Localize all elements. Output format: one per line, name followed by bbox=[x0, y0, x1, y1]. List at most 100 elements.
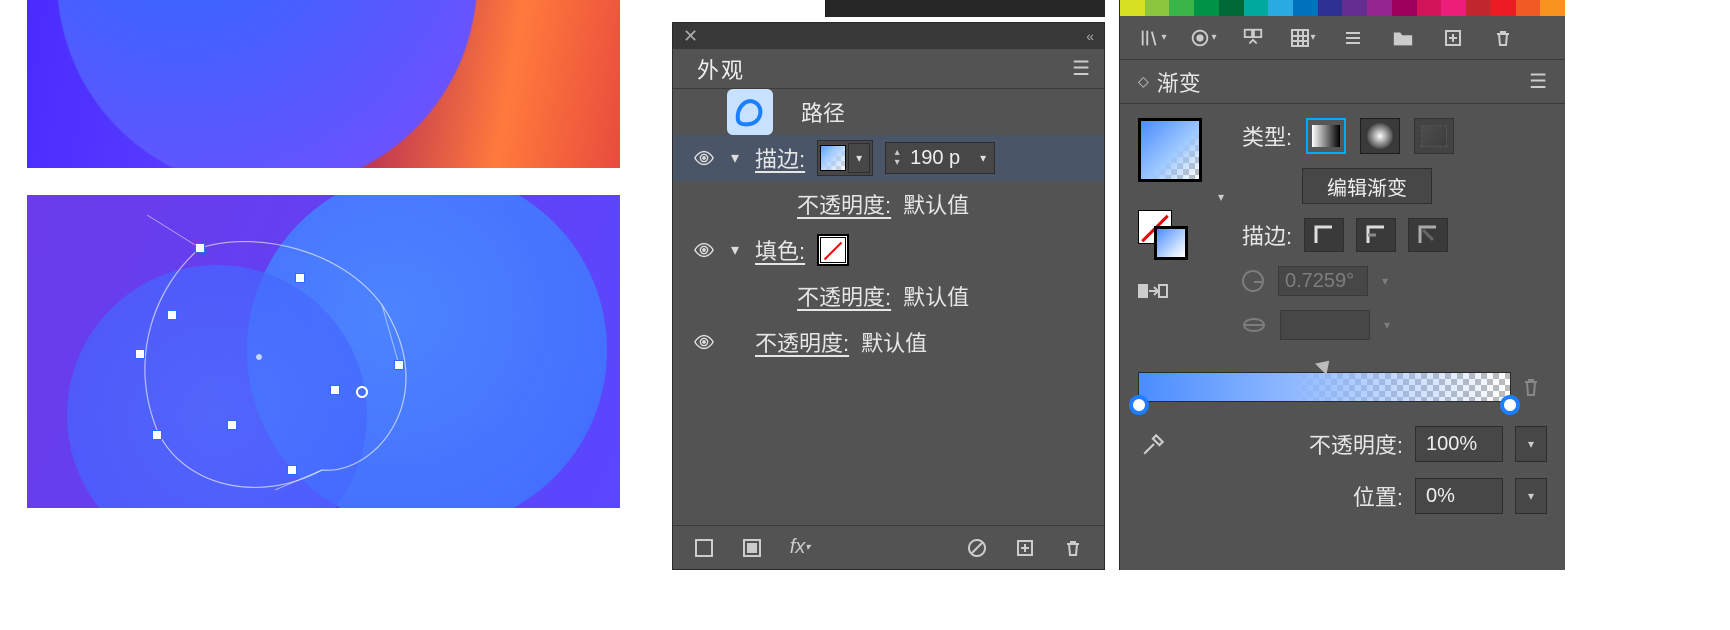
stroke-row[interactable]: ▾ 描边: ▾ ▴▾ ▾ bbox=[673, 135, 1104, 181]
swatch[interactable] bbox=[1219, 0, 1244, 16]
panel-menu-icon[interactable]: ☰ bbox=[1529, 69, 1547, 94]
swatch[interactable] bbox=[1194, 0, 1219, 16]
anchor-point[interactable] bbox=[330, 385, 340, 395]
anchor-point[interactable] bbox=[394, 360, 404, 370]
anchor-point[interactable] bbox=[167, 310, 177, 320]
expand-caret[interactable]: ▾ bbox=[727, 148, 743, 168]
stroke-width-stepper[interactable]: ▴▾ ▾ bbox=[885, 142, 995, 174]
fill-gradient-swatch[interactable] bbox=[1138, 118, 1202, 182]
visibility-toggle[interactable] bbox=[693, 147, 715, 169]
fx-icon[interactable]: fx▾ bbox=[785, 533, 815, 563]
swatch[interactable] bbox=[1417, 0, 1442, 16]
angle-row: 0.7259° ▾ bbox=[1242, 266, 1547, 296]
show-swatch-kinds-icon[interactable]: ▾ bbox=[1188, 23, 1218, 53]
anchor-point[interactable] bbox=[195, 243, 205, 253]
path-header-row[interactable]: 路径 bbox=[673, 89, 1104, 135]
close-icon[interactable]: ✕ bbox=[683, 26, 698, 47]
gradient-stop-right[interactable] bbox=[1500, 395, 1520, 415]
anchor-point[interactable] bbox=[152, 430, 162, 440]
fill-row[interactable]: ▾ 填色: bbox=[673, 227, 1104, 273]
swatch[interactable] bbox=[1169, 0, 1194, 16]
swatch-options-icon[interactable] bbox=[1238, 23, 1268, 53]
swatch[interactable] bbox=[1244, 0, 1269, 16]
opacity-label[interactable]: 不透明度: bbox=[755, 326, 849, 358]
collapse-icon[interactable]: « bbox=[1086, 28, 1094, 44]
swatch[interactable] bbox=[1441, 0, 1466, 16]
stroke-proxy-gradient[interactable] bbox=[1154, 226, 1188, 260]
fill-label[interactable]: 填色: bbox=[755, 234, 805, 266]
anchor-point[interactable] bbox=[227, 420, 237, 430]
delete-swatch-icon[interactable] bbox=[1488, 23, 1518, 53]
stroke-opacity-row[interactable]: 不透明度: 默认值 bbox=[673, 181, 1104, 227]
swatch[interactable] bbox=[1516, 0, 1541, 16]
swatches-strip[interactable] bbox=[1120, 0, 1565, 16]
stroke-width-input[interactable] bbox=[908, 147, 972, 170]
panel-titlebar[interactable]: ✕ « bbox=[673, 23, 1104, 49]
opacity-label[interactable]: 不透明度: bbox=[797, 280, 891, 312]
radial-gradient-button[interactable] bbox=[1360, 118, 1400, 154]
linear-gradient-button[interactable] bbox=[1306, 118, 1346, 154]
delete-stop-icon[interactable] bbox=[1521, 376, 1547, 398]
opacity-label[interactable]: 不透明度: bbox=[797, 188, 891, 220]
stroke-color-swatch[interactable] bbox=[820, 145, 846, 171]
list-view-icon[interactable] bbox=[1338, 23, 1368, 53]
angle-input[interactable]: 0.7259° bbox=[1278, 266, 1368, 296]
swatch[interactable] bbox=[1268, 0, 1293, 16]
freeform-gradient-button[interactable] bbox=[1414, 118, 1454, 154]
gradient-stop-left[interactable] bbox=[1129, 395, 1149, 415]
fill-color-swatch-none[interactable] bbox=[820, 237, 846, 263]
object-opacity-row[interactable]: 不透明度: 默认值 bbox=[673, 319, 1104, 365]
swatch[interactable] bbox=[1392, 0, 1417, 16]
edit-gradient-button[interactable]: 编辑渐变 bbox=[1302, 168, 1432, 204]
visibility-toggle[interactable] bbox=[693, 331, 715, 353]
opacity-dropdown[interactable]: ▾ bbox=[1515, 426, 1547, 462]
gradient-midpoint[interactable] bbox=[1315, 355, 1335, 375]
swatch[interactable] bbox=[1318, 0, 1343, 16]
gradient-slider-track[interactable] bbox=[1138, 372, 1511, 402]
appearance-tab[interactable]: 外观 bbox=[697, 53, 745, 85]
swatches-toolbar: ▾ ▾ ▾ bbox=[1120, 16, 1565, 60]
eyedropper-icon[interactable] bbox=[1138, 428, 1170, 460]
anchor-point[interactable] bbox=[295, 273, 305, 283]
no-fill-icon[interactable] bbox=[689, 533, 719, 563]
location-dropdown[interactable]: ▾ bbox=[1515, 478, 1547, 514]
gradient-expand-icon[interactable]: ◇ bbox=[1138, 73, 1149, 90]
fill-opacity-row[interactable]: 不透明度: 默认值 bbox=[673, 273, 1104, 319]
gradient-tab[interactable]: 渐变 bbox=[1157, 66, 1201, 98]
stepper-arrows-icon[interactable]: ▴▾ bbox=[886, 148, 908, 168]
swatch[interactable] bbox=[1540, 0, 1565, 16]
panel-menu-icon[interactable]: ☰ bbox=[1072, 56, 1090, 81]
gradient-slider[interactable] bbox=[1138, 372, 1547, 402]
swatch[interactable] bbox=[1466, 0, 1491, 16]
trash-icon[interactable] bbox=[1058, 533, 1088, 563]
expand-caret[interactable]: ▾ bbox=[727, 240, 743, 260]
canvas-artwork-bottom[interactable] bbox=[27, 195, 620, 508]
swatch[interactable] bbox=[1145, 0, 1170, 16]
anchor-point[interactable] bbox=[135, 349, 145, 359]
aspect-input[interactable] bbox=[1280, 310, 1370, 340]
swatch[interactable] bbox=[1491, 0, 1516, 16]
new-swatch-icon[interactable] bbox=[1438, 23, 1468, 53]
stroke-width-dropdown[interactable]: ▾ bbox=[972, 143, 994, 173]
stroke-across-button[interactable] bbox=[1408, 218, 1448, 252]
solid-fill-icon[interactable] bbox=[737, 533, 767, 563]
duplicate-icon[interactable] bbox=[1010, 533, 1040, 563]
swatch[interactable] bbox=[1293, 0, 1318, 16]
reverse-gradient-icon[interactable] bbox=[1138, 276, 1168, 306]
swatch[interactable] bbox=[1342, 0, 1367, 16]
visibility-toggle[interactable] bbox=[693, 239, 715, 261]
opacity-select[interactable]: 100% bbox=[1415, 426, 1503, 462]
new-group-icon[interactable] bbox=[1388, 23, 1418, 53]
clear-appearance-icon[interactable] bbox=[962, 533, 992, 563]
stroke-label[interactable]: 描边: bbox=[755, 142, 805, 174]
library-icon[interactable]: ▾ bbox=[1138, 23, 1168, 53]
gradient-preset-dropdown[interactable]: ▾ bbox=[1218, 190, 1224, 204]
grid-view-icon[interactable]: ▾ bbox=[1288, 23, 1318, 53]
swatch[interactable] bbox=[1120, 0, 1145, 16]
stroke-color-dropdown[interactable]: ▾ bbox=[848, 143, 870, 173]
anchor-point[interactable] bbox=[287, 465, 297, 475]
stroke-within-button[interactable] bbox=[1304, 218, 1344, 252]
location-select[interactable]: 0% bbox=[1415, 478, 1503, 514]
swatch[interactable] bbox=[1367, 0, 1392, 16]
stroke-along-button[interactable] bbox=[1356, 218, 1396, 252]
